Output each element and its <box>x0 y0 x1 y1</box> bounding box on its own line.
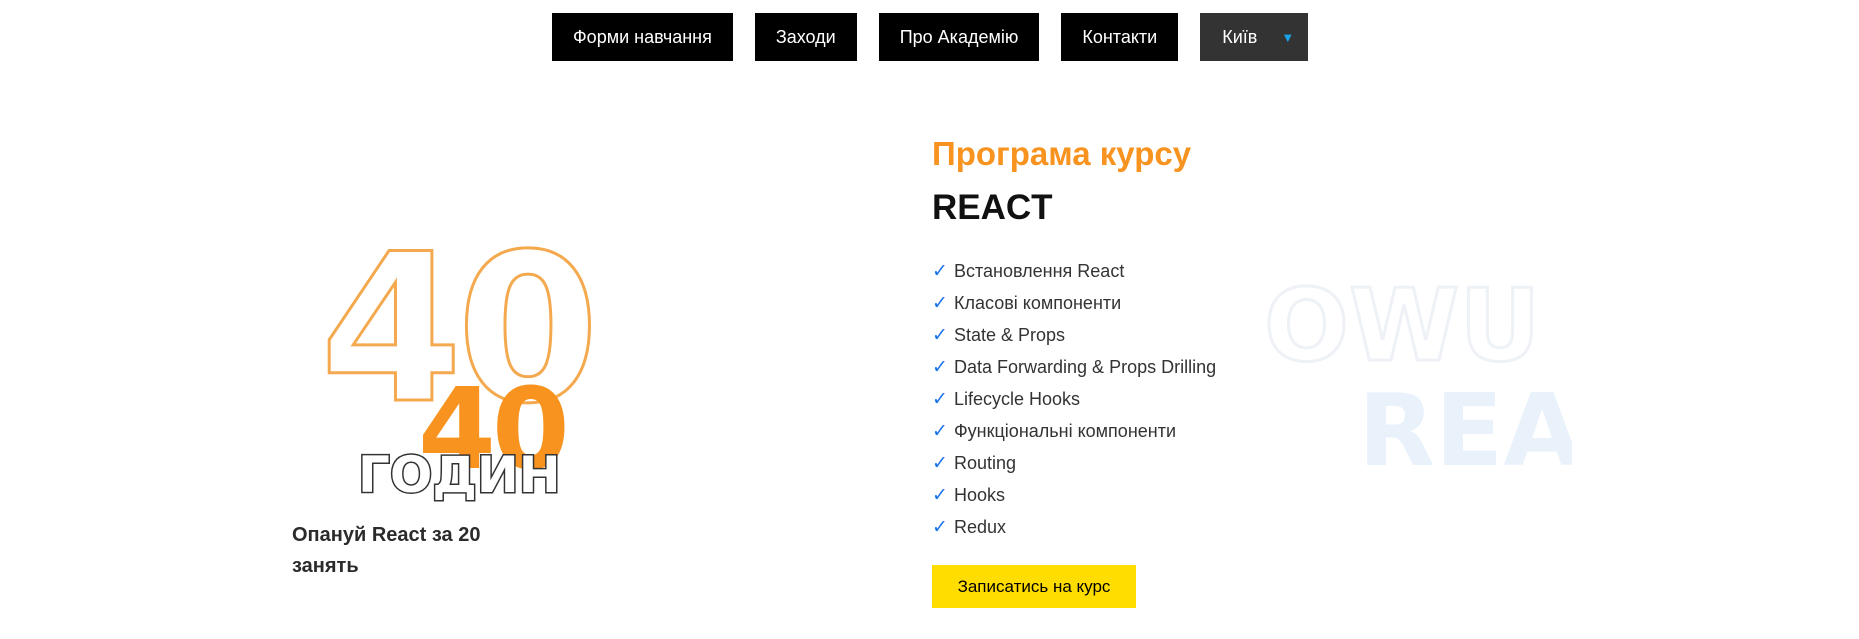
nav-about-academy[interactable]: Про Академію <box>878 13 1040 61</box>
topic-label: State & Props <box>954 324 1066 345</box>
check-icon: ✓ <box>932 292 948 314</box>
page: Форми навчання Заходи Про Академію Конта… <box>0 0 1859 639</box>
topic-label: Routing <box>954 452 1017 473</box>
topic-item: ✓ Routing <box>932 447 1216 479</box>
top-nav: Форми навчання Заходи Про Академію Конта… <box>552 13 1309 61</box>
topic-item: ✓ Lifecycle Hooks <box>932 383 1216 415</box>
check-icon: ✓ <box>932 388 948 410</box>
topic-item: ✓ Функціональні компоненти <box>932 415 1216 447</box>
topic-label: Data Forwarding & Props Drilling <box>954 356 1217 377</box>
check-icon: ✓ <box>932 260 948 282</box>
topic-label: Redux <box>954 516 1007 537</box>
nav-forms-of-study[interactable]: Форми навчання <box>552 13 733 61</box>
check-icon: ✓ <box>932 452 948 474</box>
topic-item: ✓ Redux <box>932 511 1216 543</box>
watermark-outline-text: OWU <box>1264 270 1541 384</box>
topic-label: Функціональні компоненти <box>954 420 1177 441</box>
check-icon: ✓ <box>932 484 948 506</box>
nav-events[interactable]: Заходи <box>754 13 857 61</box>
city-select[interactable]: Київ ▼ <box>1200 13 1309 61</box>
course-name: REACT <box>932 188 1053 227</box>
topic-item: ✓ Data Forwarding & Props Drilling <box>932 351 1216 383</box>
topic-item: ✓ State & Props <box>932 319 1216 351</box>
check-icon: ✓ <box>932 516 948 538</box>
hours-word: ГОДИН <box>358 446 561 504</box>
topic-label: Hooks <box>954 484 1006 505</box>
check-icon: ✓ <box>932 420 948 442</box>
hours-illustration: 40 40 ГОДИН <box>319 210 601 506</box>
nav-contacts[interactable]: Контакти <box>1061 13 1179 61</box>
topic-item: ✓ Hooks <box>932 479 1216 511</box>
topic-label: Lifecycle Hooks <box>954 388 1081 409</box>
check-icon: ✓ <box>932 356 948 378</box>
topic-label: Встановлення React <box>954 260 1125 281</box>
city-label: Київ <box>1222 26 1258 47</box>
program-title: Програма курсу <box>932 135 1192 172</box>
hours-graphic: 40 40 ГОДИН <box>318 210 678 510</box>
topic-item: ✓ Класові компоненти <box>932 287 1216 319</box>
hero-caption: Опануй React за 20 занять <box>292 524 481 577</box>
topic-list: ✓ Встановлення React ✓ Класові компоненти … <box>932 255 1216 543</box>
watermark-solid-text: REA <box>1358 372 1572 480</box>
topic-label: Класові компоненти <box>954 292 1122 313</box>
watermark: OWU REA <box>1260 270 1573 480</box>
caret-down-icon: ▼ <box>1281 29 1295 45</box>
watermark-graphic: OWU REA <box>1263 270 1573 480</box>
enroll-button[interactable]: Записатись на курс <box>932 565 1136 608</box>
check-icon: ✓ <box>932 324 948 346</box>
topic-item: ✓ Встановлення React <box>932 255 1216 287</box>
